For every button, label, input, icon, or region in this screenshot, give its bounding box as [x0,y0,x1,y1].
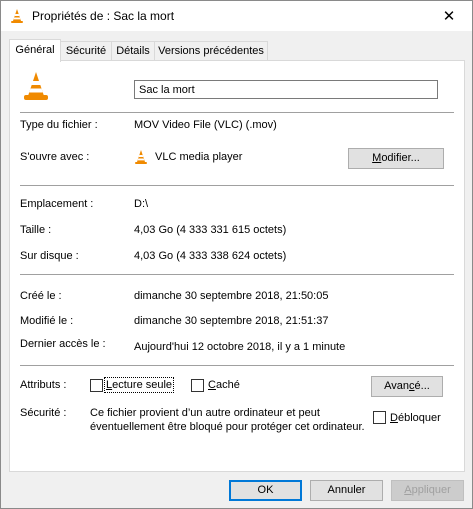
readonly-checkbox[interactable] [90,379,103,392]
file-type-label: Type du fichier : [20,119,98,131]
disk-size-value: 4,03 Go (4 333 338 624 octets) [134,250,287,262]
modified-value: dimanche 30 septembre 2018, 21:51:37 [134,315,329,327]
created-label: Créé le : [20,290,62,302]
opens-with-value: VLC media player [155,151,243,163]
unblock-checkbox[interactable] [373,411,386,424]
separator [20,365,454,366]
tab-general[interactable]: Général [9,39,61,62]
location-label: Emplacement : [20,198,94,210]
separator [20,274,454,275]
cancel-button[interactable]: Annuler [310,480,383,501]
button-label: ppliquer [411,484,451,496]
button-label: Avan [384,380,410,392]
file-type-value: MOV Video File (VLC) (.mov) [134,119,277,131]
created-value: dimanche 30 septembre 2018, 21:50:05 [134,290,329,302]
hidden-label[interactable]: Caché [208,379,240,391]
vlc-cone-icon [135,150,147,164]
security-message-line-2: éventuellement être bloqué pour protéger… [90,421,365,433]
opens-with-label: S'ouvre avec : [20,151,90,163]
close-button[interactable]: ✕ [426,1,472,31]
accelerator-key: M [372,152,382,164]
apply-button[interactable]: Appliquer [391,480,464,501]
title-bar[interactable]: Propriétés de : Sac la mort ✕ [1,1,472,31]
ok-button[interactable]: OK [229,480,302,501]
disk-size-label: Sur disque : [20,250,79,262]
properties-window: Propriétés de : Sac la mort ✕ Général Sé… [0,0,473,509]
advanced-button[interactable]: Avancé... [371,376,443,397]
size-value: 4,03 Go (4 333 331 615 octets) [134,224,287,236]
size-label: Taille : [20,224,52,236]
readonly-label[interactable]: Lecture seule [103,377,175,393]
accessed-value: Aujourd'hui 12 octobre 2018, il y a 1 mi… [134,341,346,353]
modified-label: Modifié le : [20,315,74,327]
vlc-cone-icon [24,72,48,100]
unblock-label-text: ébloquer [397,412,441,424]
security-label: Sécurité : [20,407,67,419]
attributes-label: Attributs : [20,379,67,391]
window-title: Propriétés de : Sac la mort [32,9,175,23]
hidden-checkbox[interactable] [191,379,204,392]
modify-button[interactable]: Modifier... [348,148,444,169]
tab-strip: Général Sécurité Détails Versions précéd… [9,39,465,62]
vlc-cone-icon [11,9,23,23]
button-label: odifier... [381,152,420,164]
accelerator-key: C [208,379,216,391]
separator [20,185,454,186]
accessed-label: Dernier accès le : [20,338,106,350]
accelerator-key: A [404,484,412,496]
readonly-label-text: ecture seule [112,379,173,391]
location-value: D:\ [134,198,149,210]
general-panel: Sac la mort Type du fichier : MOV Video … [9,60,465,472]
unblock-label[interactable]: Débloquer [390,412,441,424]
hidden-label-text: aché [215,379,240,391]
security-message-line-1: Ce fichier provient d’un autre ordinateu… [90,407,320,419]
file-name-input[interactable]: Sac la mort [134,80,438,99]
separator [20,112,454,113]
tab-details[interactable]: Détails [111,41,155,61]
accelerator-key: D [390,412,398,424]
button-label: é... [414,380,430,392]
close-icon: ✕ [442,8,456,25]
tab-security[interactable]: Sécurité [60,41,112,61]
tab-previous-versions[interactable]: Versions précédentes [154,41,268,61]
